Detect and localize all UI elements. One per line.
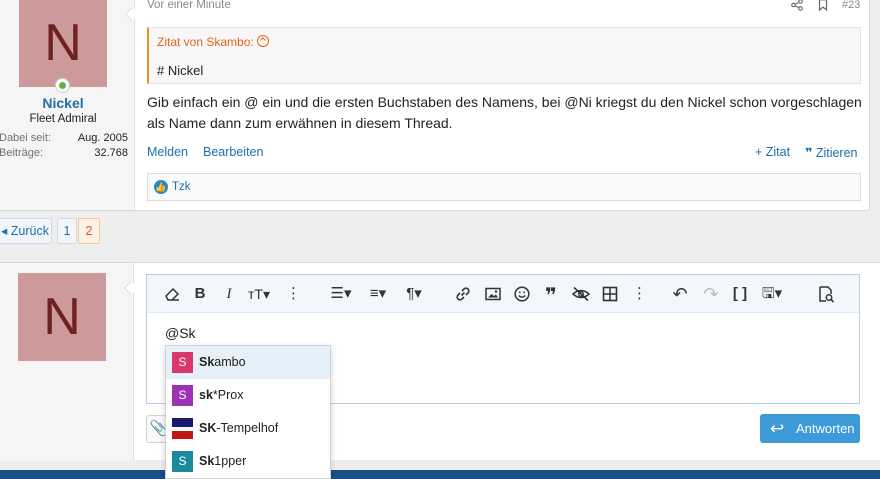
quick-reply: N B I тT▾ ⋮ ☰▾ ≡▾ ¶▾ ❞ ⋮ ↶ ↷ [ ] 🖫▾ @Sk … [0, 262, 880, 461]
table-icon[interactable] [601, 285, 619, 303]
mention-option[interactable]: S sk*Prox [166, 379, 330, 412]
editor-content[interactable]: @Sk [165, 325, 196, 341]
like-icon: 👍 [154, 180, 168, 194]
post-message: Gib einfach ein @ ein und die ersten Buc… [147, 94, 862, 131]
quote-header[interactable]: Zitat von Skambo: [157, 35, 269, 49]
mention-option[interactable]: S Skambo [166, 346, 330, 379]
reaction-user[interactable]: Tzk [172, 181, 191, 193]
quote-link[interactable]: ❞ Zitieren [805, 145, 858, 160]
hide-icon[interactable] [571, 285, 591, 303]
back-label: Zurück [10, 224, 49, 238]
edit-link[interactable]: Bearbeiten [203, 145, 263, 159]
submit-reply-label: Antworten [796, 421, 855, 436]
emoji-icon[interactable] [513, 285, 531, 303]
text-size-icon[interactable]: тT▾ [246, 285, 272, 303]
editor-toolbar: B I тT▾ ⋮ ☰▾ ≡▾ ¶▾ ❞ ⋮ ↶ ↷ [ ] 🖫▾ [147, 275, 859, 313]
reactions-bar: 👍 Tzk [147, 173, 861, 201]
stat-label: Beiträge: [0, 147, 44, 159]
mention-username: Skambo [199, 355, 246, 369]
pagination-back-button[interactable]: ◂ Zurück [0, 218, 52, 244]
footer-bar [0, 470, 880, 479]
jump-to-quote-icon[interactable] [256, 35, 269, 47]
reply-user-cell: N [0, 263, 134, 461]
stat-label: Dabei seit: [0, 132, 51, 144]
submit-reply-button[interactable]: ↩ Antworten [760, 414, 860, 443]
online-status-icon [55, 78, 70, 93]
share-icon[interactable] [791, 0, 803, 11]
post-23: N Nickel Fleet Admiral Dabei seit: Aug. … [0, 0, 870, 211]
mention-avatar: S [172, 352, 193, 373]
post-author-cell: N Nickel Fleet Admiral Dabei seit: Aug. … [0, 0, 135, 210]
save-draft-icon[interactable]: 🖫▾ [758, 285, 786, 303]
mention-username: Sk1pper [199, 454, 247, 468]
more-icon[interactable]: ⋮ [286, 285, 301, 303]
quote-block: Zitat von Skambo: # Nickel [147, 27, 861, 84]
mention-avatar: S [172, 385, 193, 406]
bold-icon[interactable]: B [193, 285, 207, 303]
reply-icon: ↩ [770, 419, 785, 438]
align-icon[interactable]: ≡▾ [364, 285, 392, 303]
more-icon[interactable]: ⋮ [632, 285, 647, 303]
bbcode-icon[interactable]: [ ] [732, 285, 748, 303]
paragraph-icon[interactable]: ¶▾ [401, 285, 427, 303]
quote-icon[interactable]: ❞ [541, 285, 561, 307]
stat-value: 32.768 [94, 147, 128, 159]
reply-avatar: N [18, 273, 106, 361]
mention-avatar-image [172, 418, 193, 439]
quote-icon: ❞ [805, 146, 816, 160]
author-username[interactable]: Nickel [0, 95, 127, 111]
mention-suggestions: S Skambo S sk*Prox SK-Tempelhof S Sk1ppe… [165, 345, 331, 479]
list-icon[interactable]: ☰▾ [327, 285, 355, 303]
undo-icon[interactable]: ↶ [671, 285, 689, 303]
pagination-page-1[interactable]: 1 [57, 218, 77, 244]
report-link[interactable]: Melden [147, 145, 188, 159]
author-avatar[interactable]: N [19, 0, 107, 87]
italic-icon[interactable]: I [223, 285, 235, 303]
mention-avatar: S [172, 451, 193, 472]
pagination-page-2[interactable]: 2 [78, 218, 100, 244]
post-number[interactable]: #23 [842, 0, 860, 11]
bookmark-icon[interactable] [817, 0, 829, 11]
preview-icon[interactable] [817, 285, 835, 303]
mention-option[interactable]: SK-Tempelhof [166, 412, 330, 445]
author-title: Fleet Admiral [29, 113, 97, 125]
chevron-left-icon: ◂ [1, 224, 11, 238]
quote-label: Zitieren [815, 146, 858, 160]
mention-username: SK-Tempelhof [199, 421, 279, 435]
link-icon[interactable] [454, 285, 472, 303]
multi-quote-link[interactable]: + Zitat [755, 145, 790, 159]
image-icon[interactable] [484, 285, 502, 303]
redo-icon[interactable]: ↷ [702, 285, 720, 303]
eraser-icon[interactable] [163, 285, 181, 303]
quote-author[interactable]: Zitat von Skambo: [157, 35, 254, 49]
quote-text: # Nickel [157, 63, 204, 78]
post-timestamp[interactable]: Vor einer Minute [147, 0, 231, 11]
mention-option[interactable]: S Sk1pper [166, 445, 330, 478]
stat-value: Aug. 2005 [77, 132, 128, 144]
mention-username: sk*Prox [199, 388, 244, 402]
